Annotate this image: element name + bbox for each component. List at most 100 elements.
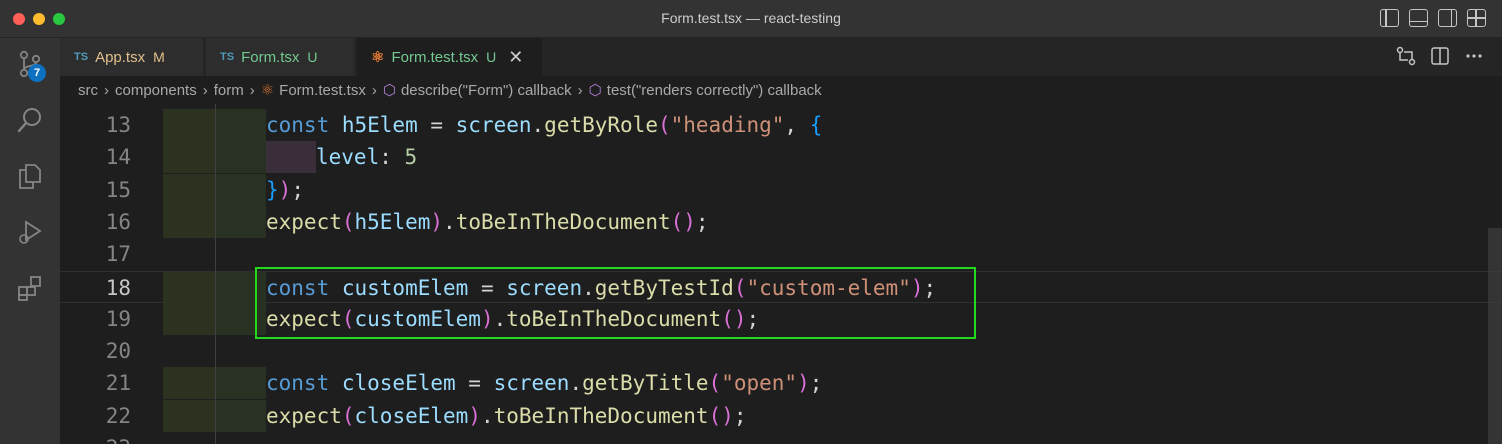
code-token: closeElem [354,403,469,428]
code-token: 5 [404,145,418,170]
code-token: () [708,403,734,428]
code-token: ; [809,371,823,396]
code-token: ) [468,403,481,428]
toggle-panel-icon[interactable] [1409,9,1428,27]
code-token: const [266,371,342,396]
typescript-icon: TS [74,51,89,63]
code-token: ( [708,371,722,396]
code-token: ( [341,403,355,428]
code-token: "heading" [670,113,785,137]
code-editor[interactable]: 13 const h5Elem = screen.getByRole("headi… [60,104,1502,444]
react-icon: ⚛ [371,49,385,66]
code-line[interactable]: 23 [60,432,1502,444]
more-actions-icon[interactable] [1464,46,1484,66]
explorer-icon[interactable] [16,162,44,190]
code-line[interactable]: 20 [60,335,1502,367]
breadcrumb-item[interactable]: components [115,82,197,99]
typescript-icon: TS [220,51,235,63]
code-token: const [266,113,342,137]
indent-highlight [163,173,215,206]
breadcrumb-item[interactable]: form [214,82,244,99]
highlight-box [255,267,976,339]
indent-highlight [163,367,215,400]
code-token: ; [733,403,747,428]
source-control-badge: 7 [28,64,46,82]
code-line[interactable]: 17 [60,238,1502,270]
code-text: const h5Elem = screen.getByRole("heading… [266,109,822,141]
chevron-right-icon: › [249,81,255,99]
code-token: ) [430,209,444,234]
whitespace-marker [266,141,316,174]
search-icon[interactable] [16,106,44,134]
tab-bar: TS App.tsx M TS Form.tsx U ⚛ Form.test.t… [60,38,1502,76]
scrollbar[interactable] [1488,228,1502,444]
code-token: ; [695,209,709,234]
code-token: . [569,371,583,396]
toggle-primary-sidebar-icon[interactable] [1380,9,1399,27]
code-line[interactable]: 15}); [60,173,1502,206]
indent-highlight [163,109,215,141]
code-token: . [443,209,456,234]
code-line[interactable]: 21 const closeElem = screen.getByTitle("o… [60,367,1502,400]
line-number: 21 [105,371,131,396]
code-token: "open" [721,371,798,396]
code-token: h5Elem [341,113,418,137]
chevron-right-icon: › [202,81,208,99]
indent-highlight [163,205,215,238]
code-line[interactable]: 13 const h5Elem = screen.getByRole("headi… [60,109,1502,141]
chevron-right-icon: › [104,81,109,99]
tab-status: M [153,49,165,65]
breadcrumb-item[interactable]: describe("Form") callback [401,82,572,99]
code-token: { [809,113,823,137]
indent-highlight [163,302,215,335]
customize-layout-icon[interactable] [1467,9,1486,27]
code-line[interactable]: 16 expect(h5Elem).toBeInTheDocument(); [60,205,1502,238]
code-token: getByRole [544,113,658,137]
line-number: 15 [105,177,131,202]
activity-bar: 7 [0,38,60,444]
chevron-right-icon: › [371,81,377,99]
close-tab-icon[interactable]: ✕ [508,47,523,68]
indent-highlight [215,173,266,206]
code-text: const closeElem = screen.getByTitle("ope… [266,367,822,399]
code-token: ) [278,177,292,202]
window-title: Form.test.tsx — react-testing [661,10,841,26]
breadcrumb-item[interactable]: src [78,82,98,99]
tab-label: Form.test.tsx [391,48,479,66]
react-icon: ⚛ [260,82,275,99]
code-token: . [480,403,494,428]
tab-status: U [486,49,497,65]
symbol-method-icon: ⬡ [588,82,602,99]
breadcrumb: src › components › form › ⚛ Form.test.ts… [60,76,1502,104]
indent-highlight [163,271,215,304]
code-text: }); [266,174,304,206]
tab-form-tsx[interactable]: TS Form.tsx U [206,38,355,76]
line-number: 14 [105,145,131,170]
code-line[interactable]: 14 level: 5 [60,141,1502,174]
code-token: screen [493,371,570,396]
extensions-icon[interactable] [16,274,44,302]
code-token: expect [266,209,342,234]
code-token: ) [797,371,810,396]
toggle-secondary-sidebar-icon[interactable] [1438,9,1457,27]
indent-highlight [215,205,266,238]
tab-form-test-tsx[interactable]: ⚛ Form.test.tsx U ✕ [357,38,543,76]
code-token: screen [455,113,532,137]
code-token: : [379,145,405,170]
line-number: 18 [105,275,131,300]
breadcrumb-item[interactable]: test("renders correctly") callback [607,82,822,99]
code-token: closeElem [341,371,456,396]
split-editor-icon[interactable] [1430,46,1450,66]
breadcrumb-item[interactable]: Form.test.tsx [279,82,366,99]
tab-app-tsx[interactable]: TS App.tsx M [60,38,204,76]
indent-highlight [163,399,215,432]
indent-highlight [215,109,266,141]
code-token: , [784,113,810,137]
code-token: getByTitle [582,371,709,396]
tab-status: U [307,49,318,65]
symbol-method-icon: ⬡ [382,82,396,99]
code-line[interactable]: 22 expect(closeElem).toBeInTheDocument(); [60,399,1502,432]
indent-highlight [215,367,266,400]
open-changes-icon[interactable] [1396,46,1416,66]
run-debug-icon[interactable] [16,218,44,246]
